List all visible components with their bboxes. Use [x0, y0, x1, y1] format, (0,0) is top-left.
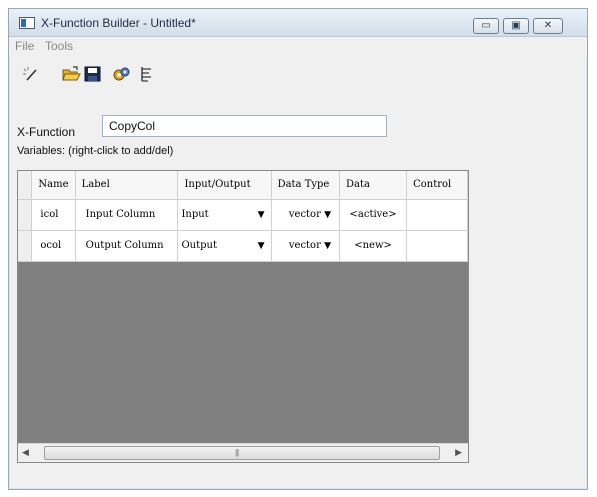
- header-data[interactable]: Data: [339, 171, 408, 200]
- grip-icon: |||: [235, 448, 239, 457]
- grid-area[interactable]: Name Label Input/Output Data Type Data C…: [18, 171, 468, 443]
- input-output-value: Output: [181, 240, 217, 251]
- new-wand-icon[interactable]: [21, 65, 41, 83]
- app-icon: [19, 17, 35, 29]
- data-type-value: vector: [288, 209, 321, 220]
- maximize-icon: ▣: [511, 20, 521, 31]
- xfunction-label: X-Function: [17, 125, 76, 139]
- header-label[interactable]: Label: [75, 171, 179, 200]
- xfunction-name-input[interactable]: [102, 115, 387, 137]
- control-cell[interactable]: [406, 230, 468, 262]
- close-button[interactable]: ✕: [533, 18, 563, 34]
- variables-grid: Name Label Input/Output Data Type Data C…: [17, 170, 469, 463]
- row-selector[interactable]: [18, 199, 33, 231]
- input-output-cell[interactable]: Output ▼: [177, 230, 272, 262]
- data-type-cell[interactable]: vector ▼: [271, 230, 340, 262]
- data-cell[interactable]: <new>: [339, 230, 408, 262]
- scroll-thumb[interactable]: |||: [44, 446, 440, 460]
- window-title: X-Function Builder - Untitled*: [41, 16, 196, 30]
- control-cell[interactable]: [406, 199, 468, 231]
- scroll-right-arrow-icon[interactable]: ▶: [455, 447, 462, 458]
- label-cell[interactable]: Input Column: [75, 199, 179, 231]
- data-cell[interactable]: <active>: [339, 199, 408, 231]
- chevron-down-icon[interactable]: ▼: [324, 241, 331, 251]
- minimize-button[interactable]: ▭: [473, 18, 499, 34]
- title-bar[interactable]: X-Function Builder - Untitled* ▭ ▣ ✕: [9, 9, 587, 37]
- header-corner[interactable]: [18, 171, 33, 200]
- variables-label: Variables: (right-click to add/del): [17, 145, 174, 157]
- chevron-down-icon[interactable]: ▼: [258, 241, 265, 251]
- menu-bar: File Tools: [9, 37, 587, 56]
- table-row[interactable]: ocol Output Column Output ▼ vector ▼ <ne…: [18, 230, 468, 262]
- minimize-icon: ▭: [481, 20, 491, 31]
- scroll-left-arrow-icon[interactable]: ◀: [22, 447, 29, 458]
- header-input-output[interactable]: Input/Output: [177, 171, 272, 200]
- header-control[interactable]: Control: [406, 171, 468, 200]
- menu-file[interactable]: File: [15, 39, 34, 53]
- xfunction-builder-window: X-Function Builder - Untitled* ▭ ▣ ✕ Fil…: [8, 8, 588, 490]
- chevron-down-icon[interactable]: ▼: [258, 210, 265, 220]
- save-disk-icon[interactable]: [83, 65, 103, 83]
- variables-table: Name Label Input/Output Data Type Data C…: [18, 171, 468, 262]
- input-output-cell[interactable]: Input ▼: [177, 199, 272, 231]
- table-header-row: Name Label Input/Output Data Type Data C…: [18, 171, 468, 200]
- compile-icon[interactable]: [111, 65, 131, 83]
- name-cell[interactable]: icol: [31, 199, 76, 231]
- chevron-down-icon[interactable]: ▼: [324, 210, 331, 220]
- data-type-cell[interactable]: vector ▼: [271, 199, 340, 231]
- input-output-value: Input: [181, 209, 209, 220]
- data-type-value: vector: [288, 240, 321, 251]
- row-selector[interactable]: [18, 230, 33, 262]
- horizontal-scrollbar[interactable]: ◀ ||| ▶: [18, 443, 468, 462]
- open-folder-icon[interactable]: [61, 65, 81, 83]
- maximize-button[interactable]: ▣: [503, 18, 529, 34]
- name-cell[interactable]: ocol: [31, 230, 76, 262]
- close-icon: ✕: [543, 20, 553, 31]
- header-data-type[interactable]: Data Type: [271, 171, 340, 200]
- table-row[interactable]: icol Input Column Input ▼ vector ▼ <acti…: [18, 199, 468, 231]
- label-cell[interactable]: Output Column: [75, 230, 179, 262]
- toolbar: [9, 59, 587, 89]
- tree-view-icon[interactable]: [137, 65, 157, 83]
- menu-tools[interactable]: Tools: [45, 39, 73, 53]
- header-name[interactable]: Name: [31, 171, 76, 200]
